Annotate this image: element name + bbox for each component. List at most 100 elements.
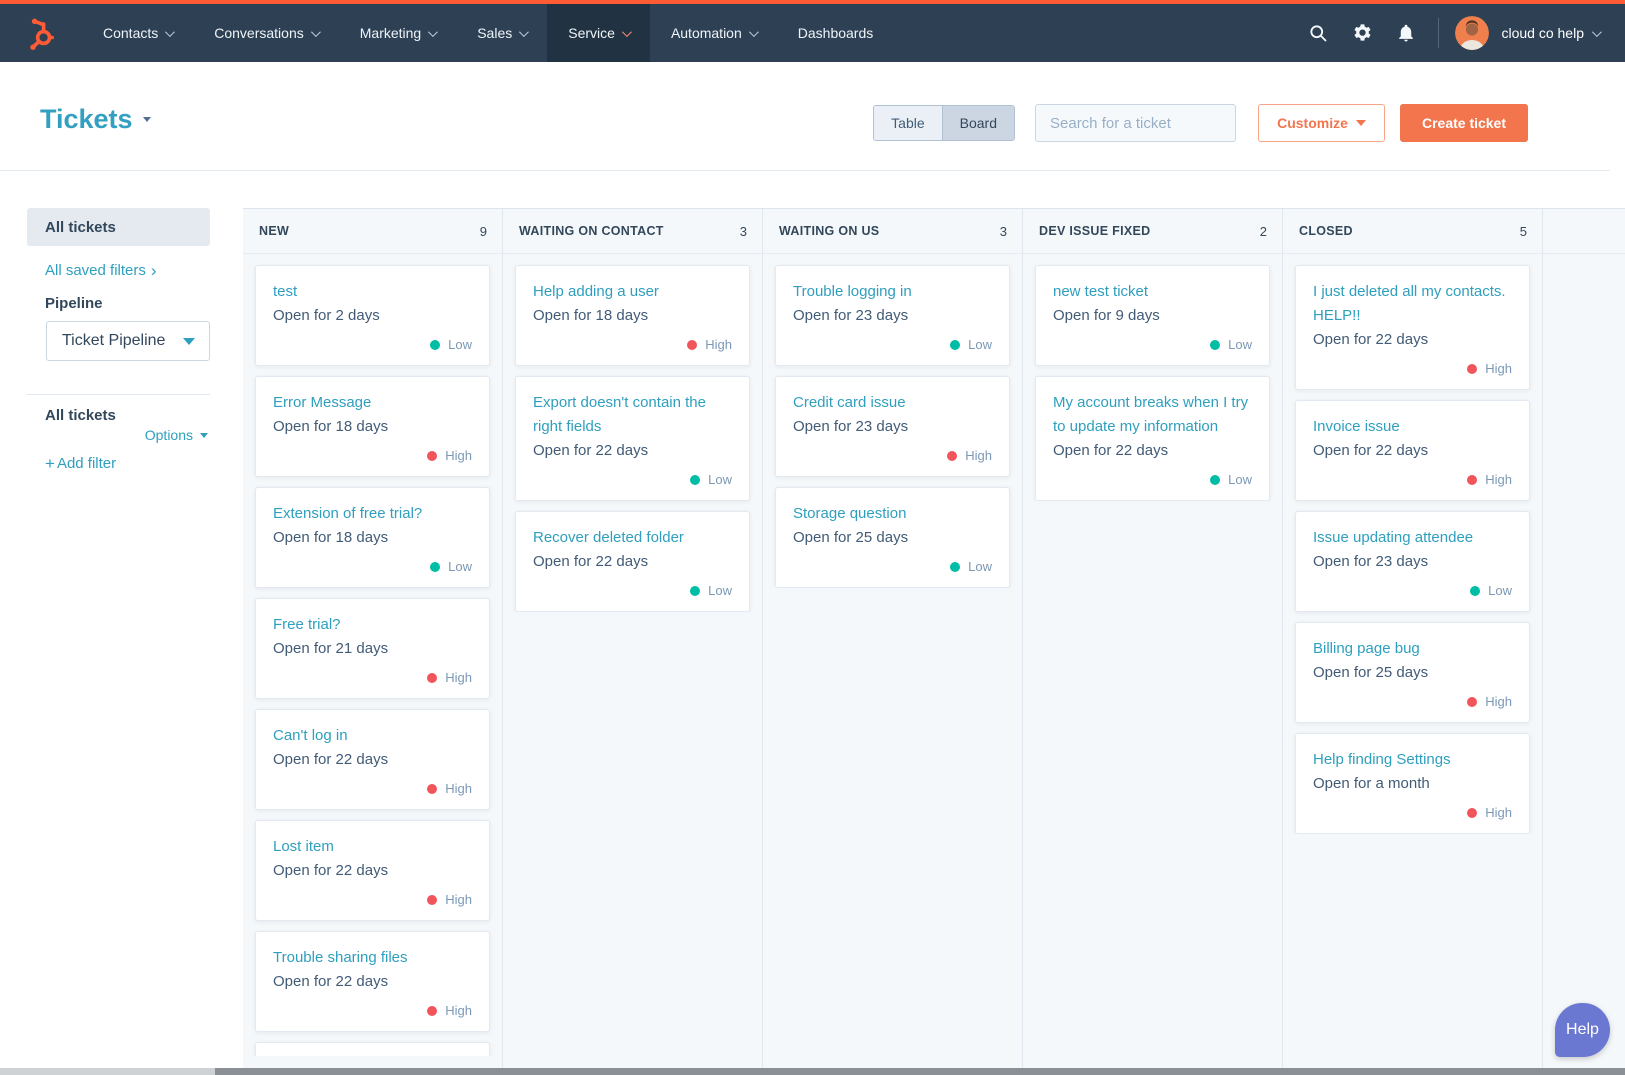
ticket-title-link[interactable]: Trouble logging in: [793, 280, 992, 304]
avatar[interactable]: [1455, 16, 1490, 50]
search-icon[interactable]: [1296, 4, 1340, 62]
nav-item-label: Sales: [477, 25, 513, 41]
settings-gear-icon[interactable]: [1340, 4, 1384, 62]
ticket-age: Open for 23 days: [793, 307, 909, 324]
ticket-card[interactable]: Storage question Open for 25 days Low: [775, 487, 1010, 588]
nav-item-automation[interactable]: Automation: [650, 4, 777, 62]
ticket-title-link[interactable]: Export doesn't contain the right fields: [533, 391, 732, 439]
horizontal-scrollbar-thumb[interactable]: [215, 1068, 1625, 1075]
ticket-title-link[interactable]: Issue updating attendee: [1313, 526, 1512, 550]
ticket-age: Open for a month: [1313, 775, 1430, 792]
ticket-priority: High: [273, 780, 472, 797]
table-view-button[interactable]: Table: [874, 106, 942, 140]
priority-dot-icon: [430, 561, 441, 572]
ticket-title-link[interactable]: Free trial?: [273, 613, 472, 637]
ticket-card[interactable]: Recover deleted folder Open for 22 days …: [515, 511, 750, 612]
topbar-right: cloud co help: [1296, 4, 1625, 62]
page-title[interactable]: Tickets: [40, 104, 151, 135]
nav-item-sales[interactable]: Sales: [456, 4, 547, 62]
add-filter-button[interactable]: + Add filter: [45, 455, 210, 472]
ticket-priority: High: [1313, 471, 1512, 488]
top-navigation-bar: Contacts Conversations Marketing Sales Servi…: [0, 0, 1625, 62]
chevron-down-icon: [1591, 26, 1602, 37]
ticket-title-link[interactable]: Billing page bug: [1313, 637, 1512, 661]
ticket-age: Open for 21 days: [273, 640, 389, 657]
priority-label: High: [445, 781, 472, 796]
chevron-down-icon: [621, 26, 632, 37]
ticket-title-link[interactable]: Help adding a user: [533, 280, 732, 304]
priority-dot-icon: [1210, 339, 1221, 350]
ticket-age: Open for 22 days: [1313, 331, 1429, 348]
ticket-title-link[interactable]: Credit card issue: [793, 391, 992, 415]
ticket-age: Open for 22 days: [1053, 442, 1169, 459]
priority-label: High: [965, 448, 992, 463]
priority-label: Low: [448, 559, 472, 574]
ticket-title-link[interactable]: Storage question: [793, 502, 992, 526]
ticket-card[interactable]: Extension of free trial? Open for 18 day…: [255, 487, 490, 588]
nav-item-dashboards[interactable]: Dashboards: [777, 4, 895, 62]
ticket-search-input[interactable]: [1050, 114, 1249, 132]
ticket-card[interactable]: Billing page bug Open for 25 days High: [1295, 622, 1530, 723]
ticket-card[interactable]: I just deleted all my contacts. HELP!! O…: [1295, 265, 1530, 390]
ticket-card[interactable]: Can't log in Open for 22 days High: [255, 709, 490, 810]
chevron-down-icon: [748, 26, 759, 37]
ticket-title-link[interactable]: I just deleted all my contacts. HELP!!: [1313, 280, 1512, 328]
caret-down-icon: [183, 337, 195, 345]
all-saved-filters-link[interactable]: All saved filters ›: [45, 262, 210, 280]
ticket-title-link[interactable]: Invoice issue: [1313, 415, 1512, 439]
column-header: WAITING ON CONTACT 3: [503, 209, 762, 254]
ticket-title-link[interactable]: test: [273, 280, 472, 304]
priority-dot-icon: [1467, 807, 1478, 818]
ticket-card[interactable]: Credit card issue Open for 23 days High: [775, 376, 1010, 477]
ticket-title-link[interactable]: Trouble sharing files: [273, 946, 472, 970]
ticket-card[interactable]: Lost item Open for 22 days High: [255, 820, 490, 921]
priority-label: Low: [1228, 472, 1252, 487]
help-button[interactable]: Help: [1555, 1003, 1610, 1057]
ticket-card[interactable]: Help adding a user Open for 18 days High: [515, 265, 750, 366]
ticket-title-link[interactable]: Can't log in: [273, 724, 472, 748]
hubspot-logo-icon[interactable]: [0, 4, 82, 62]
account-menu[interactable]: cloud co help: [1501, 25, 1602, 41]
priority-label: High: [1485, 805, 1512, 820]
options-menu[interactable]: Options: [145, 427, 210, 443]
ticket-title-link[interactable]: Lost item: [273, 835, 472, 859]
ticket-title-link[interactable]: My account breaks when I try to update m…: [1053, 391, 1252, 439]
board-view-button[interactable]: Board: [941, 106, 1014, 140]
ticket-card[interactable]: My account breaks when I try to update m…: [1035, 376, 1270, 501]
chevron-down-icon: [165, 26, 176, 37]
nav-item-service[interactable]: Service: [547, 4, 650, 62]
ticket-card[interactable]: Export doesn't contain the right fields …: [515, 376, 750, 501]
priority-label: Low: [1228, 337, 1252, 352]
notifications-bell-icon[interactable]: [1384, 4, 1428, 62]
ticket-title-link[interactable]: Help finding Settings: [1313, 748, 1512, 772]
nav-item-conversations[interactable]: Conversations: [193, 4, 339, 62]
partial-ticket-card[interactable]: [255, 1042, 490, 1056]
ticket-card[interactable]: Error Message Open for 18 days High: [255, 376, 490, 477]
ticket-card[interactable]: test Open for 2 days Low: [255, 265, 490, 366]
ticket-age: Open for 22 days: [273, 973, 389, 990]
customize-button[interactable]: Customize: [1258, 104, 1385, 142]
plus-icon: +: [45, 454, 55, 473]
ticket-priority: High: [273, 891, 472, 908]
ticket-title-link[interactable]: Error Message: [273, 391, 472, 415]
ticket-card[interactable]: new test ticket Open for 9 days Low: [1035, 265, 1270, 366]
priority-dot-icon: [427, 1005, 438, 1016]
create-ticket-button[interactable]: Create ticket: [1400, 104, 1528, 142]
nav-item-contacts[interactable]: Contacts: [82, 4, 193, 62]
ticket-card[interactable]: Trouble logging in Open for 23 days Low: [775, 265, 1010, 366]
column-name: CLOSED: [1299, 224, 1353, 238]
ticket-card[interactable]: Trouble sharing files Open for 22 days H…: [255, 931, 490, 1032]
ticket-title-link[interactable]: Recover deleted folder: [533, 526, 732, 550]
pipeline-select[interactable]: Ticket Pipeline: [46, 321, 210, 361]
sidebar-item-all-tickets[interactable]: All tickets: [27, 208, 210, 246]
ticket-card[interactable]: Invoice issue Open for 22 days High: [1295, 400, 1530, 501]
ticket-title-link[interactable]: new test ticket: [1053, 280, 1252, 304]
nav-item-marketing[interactable]: Marketing: [339, 4, 456, 62]
ticket-card[interactable]: Help finding Settings Open for a month H…: [1295, 733, 1530, 834]
ticket-card[interactable]: Free trial? Open for 21 days High: [255, 598, 490, 699]
caret-down-icon: [1355, 120, 1366, 126]
column-count: 5: [1519, 223, 1527, 239]
ticket-title-link[interactable]: Extension of free trial?: [273, 502, 472, 526]
priority-label: High: [445, 1003, 472, 1018]
ticket-card[interactable]: Issue updating attendee Open for 23 days…: [1295, 511, 1530, 612]
